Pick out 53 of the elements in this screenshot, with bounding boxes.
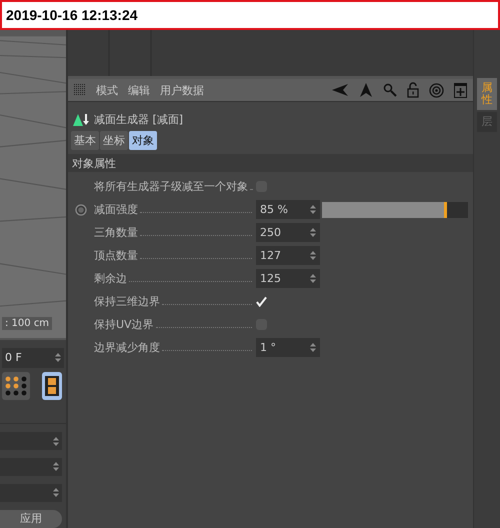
property-label: 保持三维边界 <box>94 294 160 309</box>
dropdown-field[interactable] <box>0 484 62 502</box>
dropdown-field[interactable] <box>0 432 62 450</box>
film-icon <box>44 374 60 397</box>
tab[interactable]: 对象 <box>129 131 157 150</box>
menu-item[interactable]: 模式 <box>96 82 118 98</box>
target-icon[interactable] <box>429 82 444 98</box>
frame-field[interactable]: 0 F <box>2 348 64 368</box>
number-field[interactable]: 127 <box>256 246 320 265</box>
spinner-icon <box>55 353 61 362</box>
property-label: 减面强度 <box>94 202 138 217</box>
tab[interactable]: 坐标 <box>100 131 128 150</box>
number-field[interactable]: 250 <box>256 223 320 242</box>
distance-label: : 100 cm <box>2 317 52 330</box>
spinner-icon <box>53 436 59 446</box>
property-label: 剩余边 <box>94 271 127 286</box>
new-panel-icon[interactable] <box>454 82 468 98</box>
object-title: 减面生成器 [减面] <box>94 112 184 127</box>
spinner-icon <box>310 274 316 283</box>
up-arrow-icon[interactable] <box>359 82 374 98</box>
unlock-icon[interactable] <box>407 82 420 98</box>
spinner-icon <box>310 343 316 352</box>
menu-item[interactable]: 用户数据 <box>160 82 204 98</box>
reduce-arrow-icon <box>72 112 90 126</box>
spinner-icon <box>53 462 59 472</box>
back-arrow-icon[interactable] <box>331 83 350 97</box>
side-tab[interactable]: 属性 <box>477 78 498 110</box>
section-header: 对象属性 <box>68 154 474 172</box>
number-field[interactable]: 125 <box>256 269 320 288</box>
property-label: 顶点数量 <box>94 248 138 263</box>
dropdown-field[interactable] <box>0 458 62 476</box>
slider[interactable] <box>322 202 468 218</box>
spinner-icon <box>53 488 59 498</box>
property-label: 保持UV边界 <box>94 317 154 332</box>
search-icon[interactable] <box>383 83 398 97</box>
tab[interactable]: 基本 <box>71 131 99 150</box>
property-label: 三角数量 <box>94 225 138 240</box>
dot-grid-icon <box>4 376 28 396</box>
film-strip-button[interactable] <box>42 372 62 400</box>
spinner-icon <box>310 251 316 260</box>
dot-grid-button[interactable] <box>2 372 30 400</box>
spinner-icon <box>310 228 316 237</box>
timestamp: 2019-10-16 12:13:24 <box>6 7 138 23</box>
number-field[interactable]: 1 ° <box>256 338 320 357</box>
grip-icon <box>74 84 86 96</box>
property-label: 将所有生成器子级减至一个对象 <box>94 179 248 194</box>
apply-button[interactable]: 应用 <box>0 510 62 528</box>
spinner-icon <box>310 205 316 214</box>
checkbox[interactable] <box>256 296 267 307</box>
radio-icon[interactable] <box>75 204 87 216</box>
number-field[interactable]: 85 % <box>256 200 320 219</box>
menu-item[interactable]: 编辑 <box>128 82 150 98</box>
property-label: 边界减少角度 <box>94 340 160 355</box>
